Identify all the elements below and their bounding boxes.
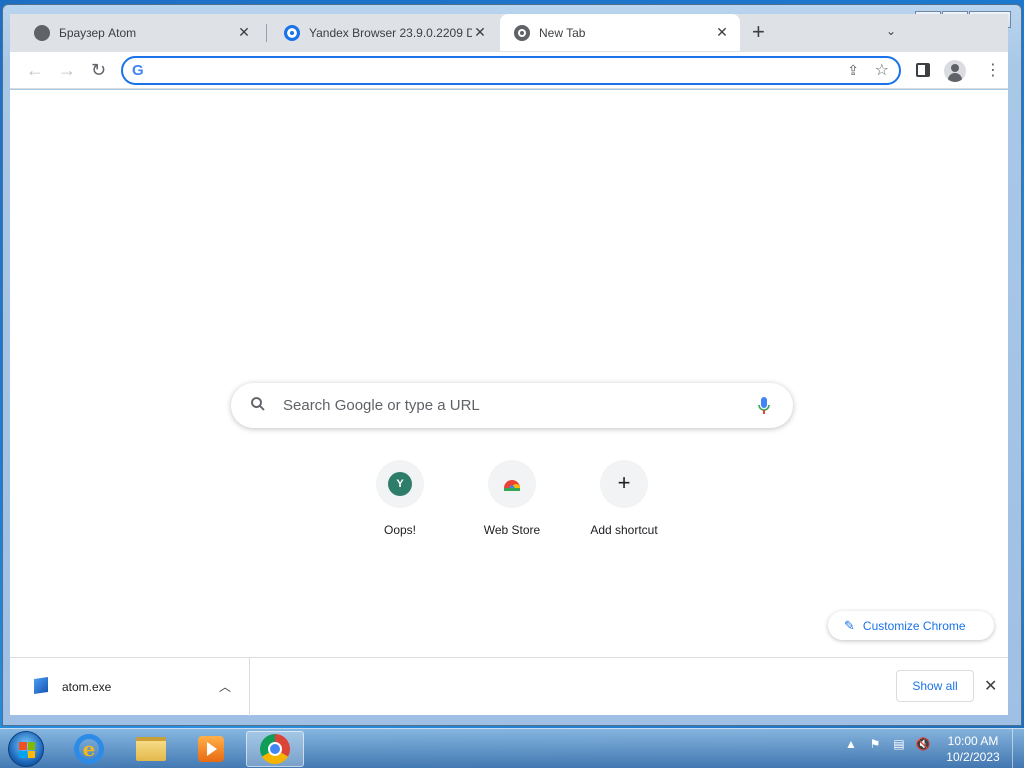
new-tab-page: Search Google or type a URL Y Oops! Web … [10, 90, 1008, 657]
forward-button[interactable]: → [58, 60, 76, 80]
taskbar-internet-explorer[interactable]: e [62, 731, 116, 767]
reload-button[interactable]: ↻ [91, 60, 106, 80]
chrome-icon [260, 734, 290, 764]
system-tray: ▲ ⚑ ▤ 🔇 [843, 737, 931, 751]
tab-close-icon[interactable]: ✕ [236, 24, 252, 41]
atom-browser-icon [284, 24, 300, 41]
shortcut-label: Oops! [383, 523, 416, 537]
chrome-icon [514, 24, 530, 41]
shortcut-tile: Y [376, 460, 424, 508]
chevron-up-icon[interactable]: ︿ [219, 678, 231, 695]
clock-date: 10/2/2023 [946, 750, 1000, 764]
tab-close-icon[interactable]: ✕ [714, 24, 730, 41]
pencil-icon: ✎ [844, 617, 855, 633]
exe-file-icon [34, 677, 48, 694]
show-all-button[interactable]: Show all [896, 670, 974, 702]
tab-label: Браузер Atom [59, 25, 137, 40]
tab-yandex-download[interactable]: Yandex Browser 23.9.0.2209 Dow ✕ [270, 14, 498, 51]
tab-strip: Браузер Atom ✕ Yandex Browser 23.9.0.220… [10, 14, 1008, 52]
search-icon [251, 397, 265, 411]
customize-chrome-button[interactable]: ✎ Customize Chrome [828, 611, 994, 640]
plus-icon: + [617, 470, 631, 495]
tab-new-tab[interactable]: New Tab ✕ [500, 14, 740, 51]
search-placeholder: Search Google or type a URL [283, 397, 480, 414]
tab-atom[interactable]: Браузер Atom ✕ [20, 14, 262, 51]
ntp-search-box[interactable]: Search Google or type a URL [231, 383, 793, 428]
shortcut-label: Add shortcut [590, 523, 658, 537]
media-player-icon [198, 736, 224, 762]
network-icon[interactable]: ▤ [891, 737, 907, 751]
show-desktop-button[interactable] [1012, 729, 1024, 768]
internet-explorer-icon: e [74, 734, 104, 764]
address-input[interactable] [155, 61, 835, 80]
back-button[interactable]: ← [26, 60, 44, 80]
start-button[interactable] [8, 731, 44, 767]
globe-icon [34, 24, 50, 41]
system-clock[interactable]: 10:00 AM 10/2/2023 [940, 733, 1006, 765]
side-panel-icon[interactable] [916, 63, 930, 77]
taskbar-file-explorer[interactable] [124, 731, 178, 767]
tab-label: New Tab [539, 25, 586, 40]
customize-label: Customize Chrome [862, 618, 966, 633]
tab-separator [266, 24, 267, 42]
tray-expand-icon[interactable]: ▲ [843, 737, 859, 751]
tab-close-icon[interactable]: ✕ [472, 24, 488, 41]
tab-label: Yandex Browser 23.9.0.2209 Dow [309, 25, 472, 40]
tab-search-chevron-icon[interactable]: ⌄ [886, 24, 896, 38]
clock-time: 10:00 AM [947, 734, 999, 748]
action-center-flag-icon[interactable]: ⚑ [867, 737, 883, 751]
taskbar-media-player[interactable] [184, 731, 238, 767]
toolbar: ← → ↻ G ⇪ ☆ ⋮ [10, 52, 1008, 89]
profile-avatar-icon[interactable] [944, 60, 966, 82]
new-tab-button[interactable]: + [752, 21, 765, 43]
shortcut-label: Web Store [483, 523, 541, 537]
windows-logo-icon [19, 742, 35, 758]
download-file-name: atom.exe [62, 680, 112, 694]
chrome-menu-icon[interactable]: ⋮ [985, 60, 1001, 80]
add-shortcut-button[interactable]: + Add shortcut [568, 460, 680, 537]
web-store-icon [504, 480, 520, 491]
microphone-icon[interactable] [757, 396, 771, 416]
google-g-icon: G [132, 62, 144, 79]
close-shelf-icon[interactable]: ✕ [984, 676, 997, 696]
shortcut-oops[interactable]: Y Oops! [344, 460, 456, 537]
share-icon[interactable]: ⇪ [847, 62, 859, 79]
shortcut-web-store[interactable]: Web Store [456, 460, 568, 537]
volume-muted-icon[interactable]: 🔇 [915, 737, 931, 751]
shortcut-tile [488, 460, 536, 508]
windows-taskbar: e ▲ ⚑ ▤ 🔇 10:00 AM 10/2/2023 [0, 728, 1024, 768]
taskbar-chrome[interactable] [246, 731, 304, 767]
address-bar[interactable]: G ⇪ ☆ [121, 56, 901, 85]
bookmark-star-icon[interactable]: ☆ [875, 60, 889, 80]
shortcut-tile: + [600, 460, 648, 508]
download-item[interactable]: atom.exe ︿ [10, 658, 250, 716]
download-shelf: atom.exe ︿ Show all ✕ [10, 657, 1008, 716]
shortcut-letter-icon: Y [388, 472, 412, 496]
folder-icon [136, 737, 166, 761]
